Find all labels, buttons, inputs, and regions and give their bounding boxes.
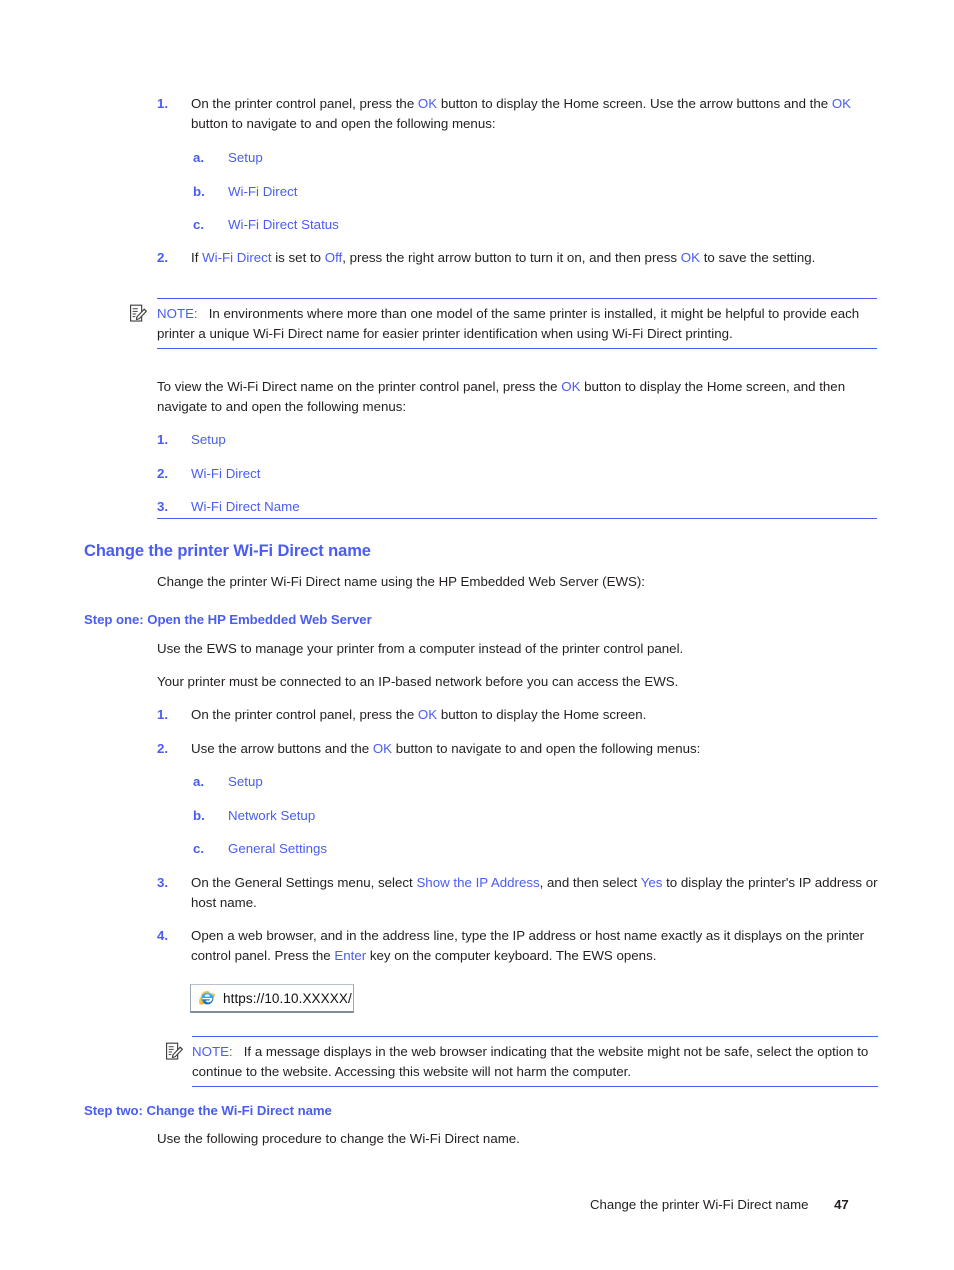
note-label: NOTE: [192,1044,233,1059]
menu-item-wifi-direct: Wi-Fi Direct [191,465,261,481]
view-name-paragraph: To view the Wi-Fi Direct name on the pri… [157,379,846,414]
footer: Change the printer Wi-Fi Direct name 47 [590,1196,900,1214]
list-item: 2. If Wi-Fi Direct is set to Off, press … [157,248,882,268]
list-marker: a. [193,150,205,165]
note-text: In environments where more than one mode… [157,306,860,341]
list-item: c. Wi-Fi Direct Status [193,215,883,235]
list-marker: c. [193,217,205,232]
note-pencil-icon [130,304,147,322]
list-marker: 2. [157,465,169,481]
inline-ui-term: OK [372,741,393,756]
list-marker: c. [193,841,205,856]
note-label: NOTE: [157,306,198,321]
inline-ui-term: Yes [640,875,663,890]
list-marker: a. [193,774,205,789]
inline-ui-term: Wi-Fi Direct [202,250,272,265]
list-marker: 3. [157,499,169,514]
list-marker: 3. [157,875,169,890]
step-one-list-1: 1. On the printer control panel, press t… [157,705,887,725]
note-body: NOTE: In environments where more than on… [157,304,877,343]
list-item: a. Setup [193,148,883,168]
list-marker: 4. [157,928,169,943]
list-marker: b. [193,807,205,823]
step-one-paragraph-2: Your printer must be connected to an IP-… [157,674,679,689]
list-marker: 1. [157,432,169,447]
list-text: If Wi-Fi Direct is set to Off, press the… [191,250,816,265]
footer-title: Change the printer Wi-Fi Direct name [590,1197,809,1212]
step-one-paragraph-1: Use the EWS to manage your printer from … [157,641,684,656]
note-body: NOTE: If a message displays in the web b… [192,1042,878,1081]
list-text: Use the arrow buttons and the OK button … [191,741,701,756]
note-text: If a message displays in the web browser… [192,1044,869,1079]
menu-item-wifi-direct-status: Wi-Fi Direct Status [228,217,339,232]
sub-list-top: a. Setup b. Wi-Fi Direct c. Wi-Fi Direct… [193,148,883,235]
step-one-list-3: 3. On the General Settings menu, select … [157,873,887,912]
list-item: 2. Use the arrow buttons and the OK butt… [157,739,887,759]
note-block-2: NOTE: If a message displays in the web b… [192,1036,878,1087]
list-marker: 1. [157,707,169,722]
inline-ui-term: OK [417,96,438,111]
inline-ui-term: OK [417,707,438,722]
list-item: 3. Wi-Fi Direct Name [157,497,857,517]
list-marker: b. [193,183,205,199]
step-one-list-4: 4. Open a web browser, and in the addres… [157,926,892,965]
inline-ui-term: Off [324,250,343,265]
list-text: On the printer control panel, press the … [191,707,647,722]
step-one-heading: Step one: Open the HP Embedded Web Serve… [84,612,372,627]
list-item: 1. On the printer control panel, press t… [157,94,882,133]
list-marker: 2. [157,741,169,756]
list-item: 3. On the General Settings menu, select … [157,873,887,912]
menu-item-setup: Setup [228,774,263,789]
list-marker: 2. [157,250,169,265]
list-item: 4. Open a web browser, and in the addres… [157,926,892,965]
page-title: Change the printer Wi-Fi Direct name [84,542,371,560]
procedure-list-top-2: 2. If Wi-Fi Direct is set to Off, press … [157,248,882,268]
procedure-list-top: 1. On the printer control panel, press t… [157,94,882,133]
list-item: 1. On the printer control panel, press t… [157,705,887,725]
intro-paragraph: Change the printer Wi-Fi Direct name usi… [157,574,645,589]
menu-item-general-settings: General Settings [228,841,328,856]
view-name-list: 1. Setup 2. Wi-Fi Direct 3. Wi-Fi Direct… [157,430,857,517]
list-item: 2. Wi-Fi Direct [157,464,857,484]
step-two-paragraph-1: Use the following procedure to change th… [157,1131,520,1146]
inline-ui-term: OK [561,379,581,394]
internet-explorer-icon [199,990,215,1005]
address-bar-url: https://10.10.XXXXX/ [223,990,352,1006]
inline-ui-term: OK [680,250,700,265]
list-item: a. Setup [193,772,883,792]
list-item: b. Network Setup [193,806,883,826]
menu-item-setup: Setup [191,432,226,447]
menu-item-wifi-direct-name: Wi-Fi Direct Name [191,499,300,514]
inline-ui-term: Show the IP Address [416,875,540,890]
menu-item-wifi-direct: Wi-Fi Direct [228,183,298,199]
inline-ui-term: OK [831,96,852,111]
list-item: c. General Settings [193,839,883,859]
note-pencil-icon [166,1042,183,1060]
menu-item-setup: Setup [228,150,263,165]
note-bottom-rule [157,518,877,519]
menu-item-network-setup: Network Setup [228,807,316,823]
step-one-list-2: 2. Use the arrow buttons and the OK butt… [157,739,887,759]
list-text: On the General Settings menu, select Sho… [191,875,878,910]
list-text: Open a web browser, and in the address l… [191,928,865,963]
note-block-1: NOTE: In environments where more than on… [157,298,877,349]
browser-address-bar-figure: https://10.10.XXXXX/ [190,984,354,1013]
document-page: 1. On the printer control panel, press t… [0,0,954,1270]
list-item: 1. Setup [157,430,857,450]
list-text: On the printer control panel, press the … [191,96,852,131]
inline-ui-term: Enter [334,947,367,963]
list-marker: 1. [157,96,169,111]
page-number: 47 [834,1197,849,1212]
step-two-heading: Step two: Change the Wi-Fi Direct name [84,1103,332,1118]
list-item: b. Wi-Fi Direct [193,182,883,202]
step-one-sub-list: a. Setup b. Network Setup c. General Set… [193,772,883,859]
